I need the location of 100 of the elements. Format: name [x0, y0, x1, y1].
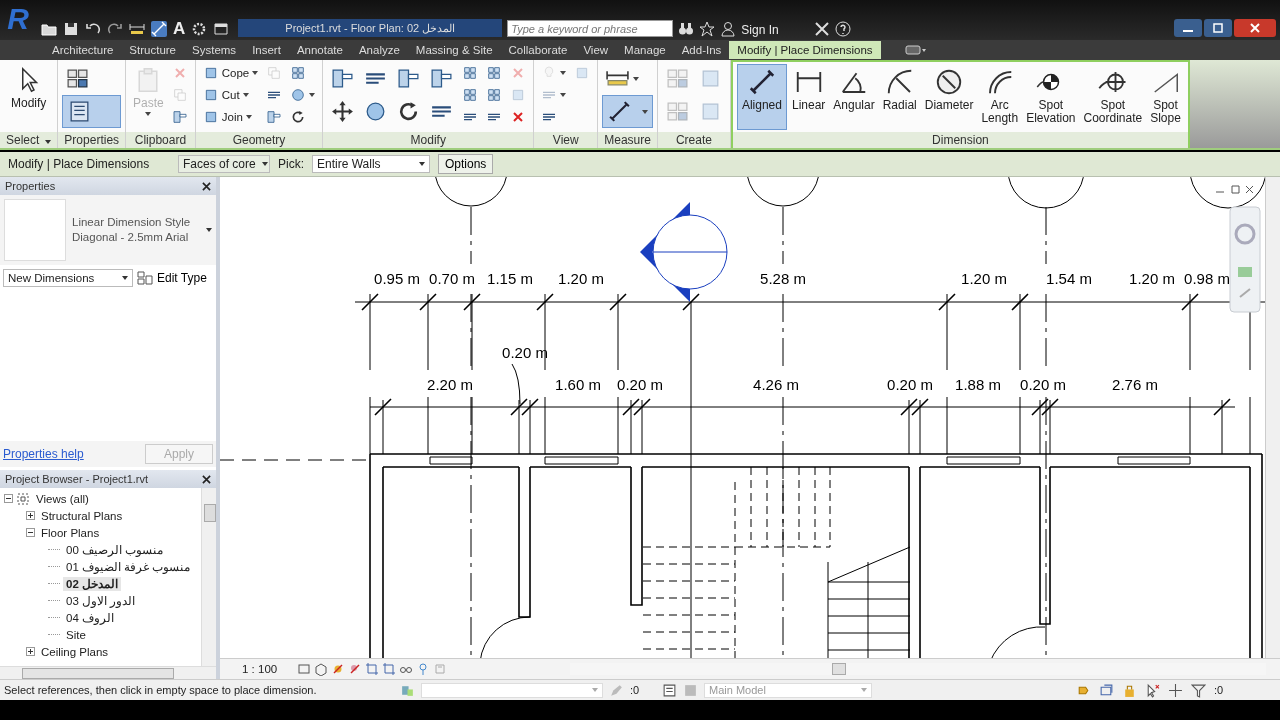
ribbon-tab[interactable]: Insert: [244, 41, 289, 59]
ribbon-button[interactable]: Aligned: [736, 64, 787, 130]
gear-icon[interactable]: [191, 21, 208, 37]
text-tool[interactable]: A: [173, 21, 186, 37]
ribbon-button[interactable]: Join: [199, 106, 262, 128]
panel-menu[interactable]: Select: [0, 132, 58, 148]
ribbon-tab[interactable]: Architecture: [44, 41, 122, 59]
dimension-label[interactable]: 1.15 m: [487, 270, 533, 287]
dimension-label[interactable]: 0.95 m: [374, 270, 420, 287]
ribbon-tab[interactable]: Massing & Site: [407, 41, 501, 59]
dimension-label[interactable]: 0.70 m: [429, 270, 475, 287]
browser-item[interactable]: Ceiling Plans: [38, 645, 112, 658]
close-icon[interactable]: [202, 181, 211, 191]
ribbon-button[interactable]: Modify: [4, 62, 54, 128]
ribbon-tab[interactable]: Systems: [184, 41, 245, 59]
ribbon-button[interactable]: Spot Coordinate: [1080, 64, 1146, 130]
ribbon-tab[interactable]: View: [575, 41, 617, 59]
dimension-label[interactable]: 1.88 m: [955, 376, 1001, 393]
ribbon-tab[interactable]: Modify | Place Dimensions: [729, 41, 881, 59]
star-icon[interactable]: [699, 21, 716, 37]
properties-help-link[interactable]: Properties help: [3, 447, 84, 461]
crop-icon[interactable]: [365, 662, 379, 676]
ribbon-button[interactable]: Arc Length: [978, 64, 1022, 130]
list-icon[interactable]: [662, 682, 677, 698]
ribbon-tab[interactable]: Analyze: [350, 41, 408, 59]
sign-in-link[interactable]: Sign In: [741, 23, 779, 37]
ribbon-button[interactable]: Spot Slope: [1147, 64, 1184, 130]
dimension-label[interactable]: 2.20 m: [427, 376, 473, 393]
dimension-label[interactable]: 0.20 m: [1020, 376, 1066, 393]
dimension-label[interactable]: 2.76 m: [1112, 376, 1158, 393]
pick-dropdown[interactable]: Entire Walls: [312, 155, 430, 173]
caret-icon: [145, 112, 152, 116]
edit-type-button[interactable]: Edit Type: [137, 270, 207, 286]
minimize-button[interactable]: [1174, 19, 1202, 37]
filter-icon[interactable]: [1191, 682, 1206, 698]
browser-item[interactable]: Views (all): [33, 492, 92, 505]
dimension-label[interactable]: 1.60 m: [555, 376, 601, 393]
vertical-scrollbar[interactable]: [1265, 177, 1280, 658]
maximize-button[interactable]: [1204, 19, 1232, 37]
search-field[interactable]: Type a keyword or phrase: [507, 20, 674, 37]
pin-icon[interactable]: [416, 662, 430, 676]
ribbon-button[interactable]: [602, 95, 653, 128]
ribbon-button[interactable]: Radial: [879, 64, 920, 130]
help-icon[interactable]: [834, 21, 851, 37]
browser-item[interactable]: Floor Plans: [38, 526, 103, 539]
close-button[interactable]: [1234, 19, 1276, 37]
view-window-controls[interactable]: [1215, 185, 1254, 194]
collapse-icon[interactable]: [26, 528, 35, 537]
ribbon-button[interactable]: Cut: [199, 84, 262, 106]
type-selector[interactable]: Linear Dimension Style Diagonal - 2.5mm Arial: [0, 195, 216, 265]
ribbon-tab[interactable]: Collaborate: [500, 41, 576, 59]
reference-dropdown[interactable]: Faces of core: [178, 155, 270, 173]
ribbon-tab[interactable]: Annotate: [288, 41, 351, 59]
save-icon[interactable]: [63, 21, 79, 37]
dimension-label[interactable]: 0.20 m: [502, 344, 548, 361]
ribbon-button[interactable]: Diameter: [921, 64, 977, 130]
instance-filter-dropdown[interactable]: New Dimensions: [3, 269, 133, 287]
sun-icon[interactable]: [331, 662, 345, 676]
aligned-dimension-icon[interactable]: [151, 21, 167, 37]
caret-icon: [252, 71, 259, 75]
ribbon-tab[interactable]: Structure: [121, 41, 185, 59]
dimension-label[interactable]: 0.98 m: [1184, 270, 1230, 287]
dimension-label[interactable]: 1.20 m: [961, 270, 1007, 287]
open-icon[interactable]: [41, 21, 57, 37]
window-icon[interactable]: [213, 21, 230, 37]
browser-item[interactable]: 01 منسوب غرفة الضيوف: [63, 559, 194, 574]
selected-grid-head[interactable]: [640, 202, 728, 302]
ribbon-button[interactable]: Spot Elevation: [1023, 64, 1079, 130]
ribbon-button[interactable]: Linear: [788, 64, 829, 130]
dimension-label[interactable]: 4.26 m: [753, 376, 799, 393]
vertical-scrollbar[interactable]: [201, 488, 216, 666]
view-scale[interactable]: 1 : 100: [242, 663, 294, 675]
expand-icon[interactable]: [26, 647, 35, 656]
dimension-label[interactable]: 0.20 m: [887, 376, 933, 393]
ribbon-button[interactable]: Angular: [830, 64, 878, 130]
dimension-label[interactable]: 5.28 m: [760, 270, 806, 287]
browser-item[interactable]: 00 منسوب الرصيف: [63, 542, 167, 557]
dimension-label[interactable]: 1.54 m: [1046, 270, 1092, 287]
measure-icon[interactable]: [129, 21, 145, 37]
browser-item[interactable]: 03 الدور الاول: [63, 593, 139, 608]
options-button[interactable]: Options: [438, 154, 494, 174]
select-icon[interactable]: [1145, 682, 1160, 698]
browser-item[interactable]: 04 الروف: [63, 610, 117, 625]
browser-item[interactable]: Site: [63, 628, 89, 641]
layers-icon[interactable]: [1099, 682, 1114, 698]
binoculars-icon[interactable]: [678, 21, 695, 37]
dimension-label[interactable]: 1.20 m: [558, 270, 604, 287]
dimension-label[interactable]: 0.20 m: [617, 376, 663, 393]
ribbon-tab[interactable]: Add-Ins: [673, 41, 730, 59]
expand-icon[interactable]: [26, 511, 35, 520]
panel-toggle-icon[interactable]: [904, 45, 927, 55]
horizontal-scrollbar[interactable]: [0, 666, 216, 679]
close-icon[interactable]: [202, 474, 211, 484]
browser-item[interactable]: Structural Plans: [38, 509, 126, 522]
collapse-icon[interactable]: [4, 494, 13, 503]
browser-item[interactable]: 02 المدخل: [63, 576, 121, 591]
crop-icon[interactable]: [382, 662, 396, 676]
dimension-label[interactable]: 1.20 m: [1129, 270, 1175, 287]
ribbon-tab[interactable]: Manage: [616, 41, 674, 59]
ribbon-button[interactable]: Cope: [199, 62, 262, 84]
